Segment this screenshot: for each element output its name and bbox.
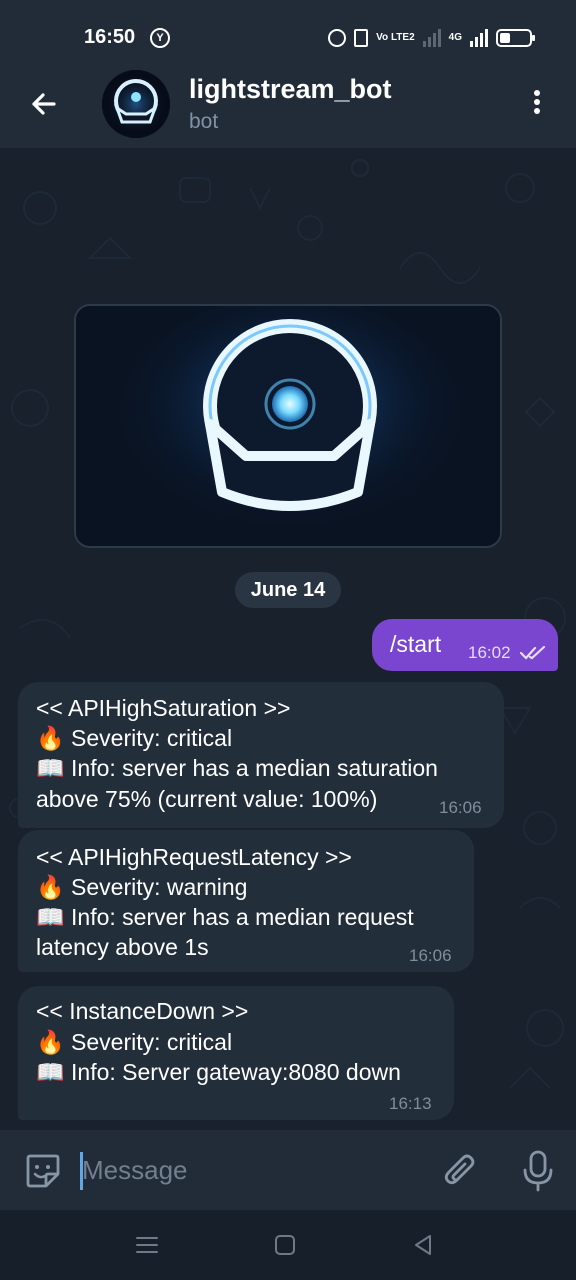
battery-level [500, 33, 510, 43]
message-time: 16:06 [439, 798, 482, 817]
status-bar: 16:50 Y Vo LTE2 4G [0, 0, 576, 66]
bot-logo-large-icon [76, 306, 500, 546]
date-chip: June 14 [235, 572, 341, 608]
back-arrow-icon[interactable] [24, 84, 64, 124]
message-time: 16:06 [409, 946, 452, 965]
paperclip-attach-icon[interactable] [442, 1152, 478, 1190]
message-line: above 75% (current value: 100%) [36, 786, 378, 812]
outgoing-message[interactable]: /start 16:02 [372, 619, 558, 671]
sticker-emoji-icon[interactable] [24, 1152, 62, 1190]
network-type-icon: 4G [448, 32, 462, 43]
message-line: << InstanceDown >> [36, 998, 249, 1024]
message-line: latency above 1s [36, 934, 209, 960]
vpn-icon: Y [150, 28, 170, 48]
back-nav-icon[interactable] [410, 1232, 436, 1258]
message-input-bar: Message [0, 1130, 576, 1210]
incoming-message[interactable]: << APIHighRequestLatency >> 🔥 Severity: … [18, 830, 474, 972]
message-line: 📖 Info: server has a median request [36, 904, 414, 930]
alarm-icon [328, 29, 347, 47]
chat-title[interactable]: lightstream_bot [189, 74, 392, 105]
bot-logo-icon [102, 70, 170, 138]
message-line: 📖 Info: Server gateway:8080 down [36, 1059, 401, 1085]
read-checkmarks-icon [520, 645, 546, 660]
bot-avatar[interactable] [102, 70, 170, 138]
volte-icon: Vo LTE2 [376, 32, 415, 43]
status-time: 16:50 [84, 26, 136, 48]
chat-subtitle: bot [189, 110, 219, 133]
chat-messages-area[interactable]: June 14 /start 16:02 << APIHighSaturatio… [0, 148, 576, 1130]
incoming-message[interactable]: << APIHighSaturation >> 🔥 Severity: crit… [18, 682, 504, 828]
system-navigation-bar [0, 1210, 576, 1280]
microphone-icon[interactable] [520, 1150, 556, 1192]
message-line: 🔥 Severity: critical [36, 725, 233, 751]
status-icons: Vo LTE2 4G [328, 26, 535, 50]
chat-header: lightstream_bot bot [0, 66, 576, 148]
message-line: << APIHighSaturation >> [36, 695, 291, 721]
battery-icon [496, 29, 535, 47]
message-line: 📖 Info: server has a median saturation [36, 755, 438, 781]
message-line: 🔥 Severity: critical [36, 1029, 233, 1055]
vibrate-icon [354, 29, 369, 47]
home-icon[interactable] [272, 1232, 298, 1258]
outgoing-message-time: 16:02 [468, 643, 511, 662]
incoming-message[interactable]: << InstanceDown >> 🔥 Severity: critical … [18, 986, 454, 1120]
message-time: 16:13 [389, 1094, 432, 1113]
more-options-icon[interactable] [522, 88, 552, 122]
message-line: << APIHighRequestLatency >> [36, 844, 352, 870]
telegram-chat-screen: 16:50 Y Vo LTE2 4G lightstream_bot bot J… [0, 0, 576, 1280]
signal-icon-sim1 [422, 29, 441, 47]
message-input[interactable]: Message [82, 1155, 188, 1186]
signal-icon-sim2 [470, 29, 488, 47]
message-line: 🔥 Severity: warning [36, 874, 248, 900]
recent-apps-icon[interactable] [134, 1232, 160, 1258]
bot-description-image [74, 304, 502, 548]
outgoing-message-text: /start [390, 631, 442, 657]
